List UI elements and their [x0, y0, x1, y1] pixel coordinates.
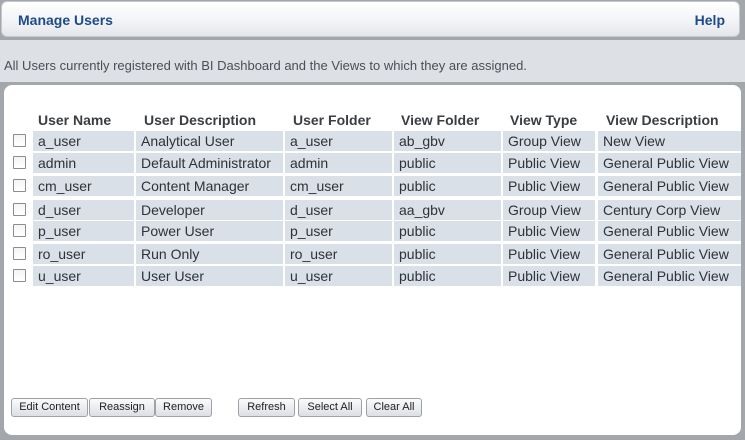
- refresh-button[interactable]: Refresh: [238, 398, 295, 417]
- row-checkbox[interactable]: [13, 203, 26, 216]
- help-link[interactable]: Help: [695, 12, 725, 28]
- user-name-cell: p_user: [33, 221, 134, 241]
- row-checkbox[interactable]: [13, 224, 26, 237]
- column-header-user-folder: User Folder: [293, 112, 371, 128]
- user-name-cell: cm_user: [33, 176, 134, 196]
- view-type-cell: Public View: [503, 266, 595, 286]
- table-row[interactable]: d_user Developer d_user aa_gbv Group Vie…: [4, 200, 741, 220]
- view-folder-cell: public: [394, 221, 501, 241]
- user-description-cell: Developer: [136, 200, 283, 220]
- header-bar: Manage Users Help: [1, 1, 740, 37]
- edit-content-button[interactable]: Edit Content: [11, 398, 88, 417]
- user-name-cell: ro_user: [33, 244, 134, 264]
- clear-all-button[interactable]: Clear All: [366, 398, 422, 417]
- row-checkbox[interactable]: [13, 156, 26, 169]
- row-checkbox[interactable]: [13, 179, 26, 192]
- table-row[interactable]: u_user User User u_user public Public Vi…: [4, 266, 741, 286]
- user-folder-cell: ro_user: [285, 244, 392, 264]
- remove-button[interactable]: Remove: [155, 398, 212, 417]
- row-checkbox[interactable]: [13, 247, 26, 260]
- column-header-user-description: User Description: [144, 112, 257, 128]
- column-header-view-folder: View Folder: [401, 112, 480, 128]
- table-row[interactable]: admin Default Administrator admin public…: [4, 153, 741, 173]
- row-checkbox[interactable]: [13, 134, 26, 147]
- user-description-cell: User User: [136, 266, 283, 286]
- table-row[interactable]: p_user Power User p_user public Public V…: [4, 221, 741, 241]
- view-description-cell: General Public View: [598, 266, 741, 286]
- view-type-cell: Group View: [503, 200, 595, 220]
- page-title: Manage Users: [18, 12, 113, 28]
- user-name-cell: d_user: [33, 200, 134, 220]
- user-name-cell: a_user: [33, 131, 134, 151]
- user-description-cell: Run Only: [136, 244, 283, 264]
- info-text: All Users currently registered with BI D…: [4, 58, 527, 73]
- users-panel: User Name User Description User Folder V…: [4, 85, 741, 435]
- view-description-cell: General Public View: [598, 244, 741, 264]
- user-name-cell: u_user: [33, 266, 134, 286]
- view-type-cell: Public View: [503, 176, 595, 196]
- table-row[interactable]: cm_user Content Manager cm_user public P…: [4, 176, 741, 196]
- view-folder-cell: public: [394, 266, 501, 286]
- user-folder-cell: d_user: [285, 200, 392, 220]
- view-type-cell: Public View: [503, 221, 595, 241]
- user-folder-cell: p_user: [285, 221, 392, 241]
- view-description-cell: General Public View: [598, 221, 741, 241]
- view-description-cell: Century Corp View: [598, 200, 741, 220]
- view-type-cell: Public View: [503, 153, 595, 173]
- view-folder-cell: public: [394, 244, 501, 264]
- table-row[interactable]: a_user Analytical User a_user ab_gbv Gro…: [4, 131, 741, 151]
- column-header-view-type: View Type: [510, 112, 578, 128]
- view-folder-cell: aa_gbv: [394, 200, 501, 220]
- column-header-view-description: View Description: [606, 112, 719, 128]
- view-folder-cell: public: [394, 176, 501, 196]
- view-description-cell: General Public View: [598, 176, 741, 196]
- user-description-cell: Analytical User: [136, 131, 283, 151]
- user-name-cell: admin: [33, 153, 134, 173]
- view-description-cell: New View: [598, 131, 741, 151]
- table-row[interactable]: ro_user Run Only ro_user public Public V…: [4, 244, 741, 264]
- user-folder-cell: a_user: [285, 131, 392, 151]
- view-folder-cell: ab_gbv: [394, 131, 501, 151]
- user-folder-cell: admin: [285, 153, 392, 173]
- user-description-cell: Power User: [136, 221, 283, 241]
- reassign-button[interactable]: Reassign: [89, 398, 155, 417]
- info-band: All Users currently registered with BI D…: [0, 40, 745, 82]
- view-folder-cell: public: [394, 153, 501, 173]
- user-folder-cell: cm_user: [285, 176, 392, 196]
- user-description-cell: Default Administrator: [136, 153, 283, 173]
- user-description-cell: Content Manager: [136, 176, 283, 196]
- select-all-button[interactable]: Select All: [298, 398, 362, 417]
- view-type-cell: Group View: [503, 131, 595, 151]
- column-header-user-name: User Name: [38, 112, 112, 128]
- view-description-cell: General Public View: [598, 153, 741, 173]
- view-type-cell: Public View: [503, 244, 595, 264]
- row-checkbox[interactable]: [13, 269, 26, 282]
- user-folder-cell: u_user: [285, 266, 392, 286]
